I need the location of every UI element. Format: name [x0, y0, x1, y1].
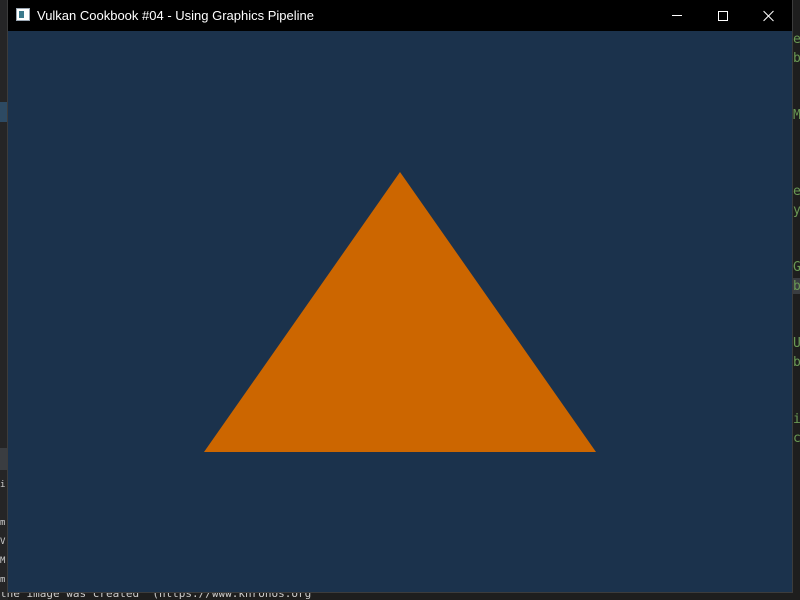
app-window: Vulkan Cookbook #04 - Using Graphics Pip… [8, 0, 792, 592]
close-icon [763, 10, 775, 22]
background-panel-bar [0, 448, 8, 470]
render-surface [8, 31, 792, 592]
background-code-text: e b M e y G b U b i c [793, 32, 800, 446]
minimize-button[interactable] [654, 0, 700, 31]
background-console-line: the image was created` (https://www.khro… [0, 592, 800, 600]
close-button[interactable] [746, 0, 792, 31]
render-viewport[interactable] [8, 31, 792, 592]
minimize-icon [672, 15, 682, 16]
background-editor-highlight [0, 102, 8, 122]
background-console-text: i m V M m [0, 480, 6, 585]
maximize-icon [718, 10, 728, 21]
app-icon[interactable] [16, 8, 30, 21]
maximize-button[interactable] [700, 0, 746, 31]
title-bar[interactable]: Vulkan Cookbook #04 - Using Graphics Pip… [8, 0, 792, 31]
background-console-line-text: the image was created` (https://www.khro… [0, 592, 312, 600]
window-title: Vulkan Cookbook #04 - Using Graphics Pip… [37, 8, 315, 23]
